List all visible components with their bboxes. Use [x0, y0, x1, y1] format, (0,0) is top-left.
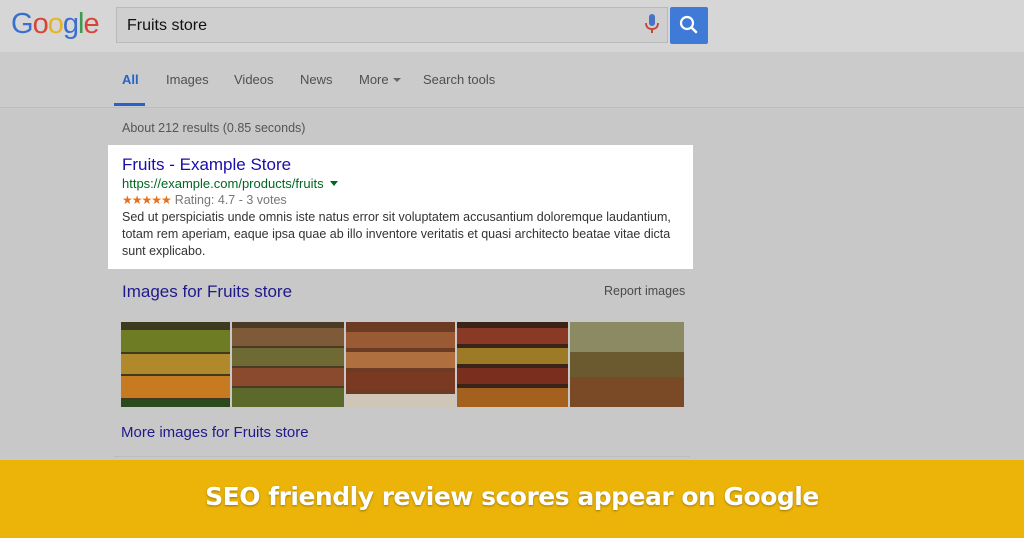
star-rating-icon: ★★★★★ — [122, 193, 172, 207]
fruit-image-thumbnail[interactable] — [457, 322, 568, 407]
chevron-down-icon — [392, 78, 401, 82]
tab-search-tools[interactable]: Search tools — [423, 72, 495, 87]
image-thumbnails — [121, 322, 684, 407]
fruit-image-thumbnail[interactable] — [121, 322, 230, 407]
tab-all[interactable]: All — [122, 72, 139, 87]
logo-letter: e — [83, 8, 99, 40]
search-result: Fruits - Example Store https://example.c… — [108, 145, 693, 269]
result-url-text: https://example.com/products/fruits — [122, 176, 324, 191]
active-tab-indicator — [114, 103, 145, 106]
search-box — [116, 7, 668, 43]
logo-letter: o — [32, 8, 49, 40]
result-url: https://example.com/products/fruits — [122, 175, 679, 192]
rating-row: ★★★★★ Rating: 4.7 - 3 votes — [122, 192, 679, 208]
logo-letter: o — [47, 8, 64, 40]
header-bar: Google — [0, 0, 1024, 52]
tab-more[interactable]: More — [359, 72, 401, 87]
tab-more-label: More — [359, 72, 389, 87]
fruit-image-thumbnail[interactable] — [346, 322, 455, 407]
search-tabs: All Images Videos News More Search tools — [0, 52, 1024, 108]
banner-caption: SEO friendly review scores appear on Goo… — [205, 482, 819, 511]
tab-images[interactable]: Images — [166, 72, 209, 87]
tab-news[interactable]: News — [300, 72, 333, 87]
result-title-link[interactable]: Fruits - Example Store — [122, 155, 679, 175]
caption-banner: SEO friendly review scores appear on Goo… — [0, 460, 1024, 538]
logo-letter: G — [11, 8, 34, 40]
result-snippet: Sed ut perspiciatis unde omnis iste natu… — [122, 210, 671, 258]
microphone-icon[interactable] — [643, 14, 661, 36]
fruit-image-thumbnail[interactable] — [232, 322, 344, 407]
section-divider — [114, 456, 690, 457]
result-stats: About 212 results (0.85 seconds) — [122, 121, 306, 135]
chevron-down-icon[interactable] — [329, 181, 338, 186]
magnifier-icon — [679, 15, 698, 34]
report-images-link[interactable]: Report images — [604, 284, 685, 298]
images-section-heading[interactable]: Images for Fruits store — [122, 282, 292, 302]
search-button[interactable] — [670, 7, 708, 44]
tab-videos[interactable]: Videos — [234, 72, 274, 87]
rating-text: Rating: 4.7 - 3 votes — [174, 193, 287, 207]
search-input[interactable] — [125, 14, 629, 38]
more-images-link[interactable]: More images for Fruits store — [121, 424, 309, 441]
logo-letter: g — [62, 8, 79, 40]
fruit-image-thumbnail[interactable] — [570, 322, 684, 407]
google-logo[interactable]: Google — [11, 8, 100, 41]
